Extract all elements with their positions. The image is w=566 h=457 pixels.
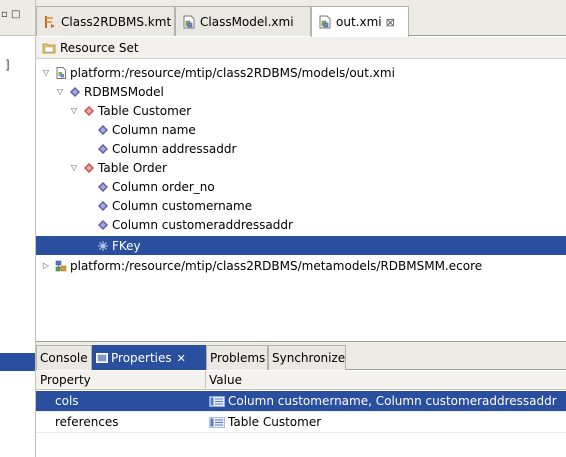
property-row-references[interactable]: references Table Customer [36,412,566,433]
list-value-icon [209,395,225,407]
close-tab-icon[interactable]: ✕ [177,352,186,365]
view-controls-icon[interactable]: ▫ □ [1,9,20,20]
tree-item-label: platform:/resource/mtip/class2RDBMS/mode… [70,65,395,80]
bottom-tab-bar: Console Properties ✕ Problems Synchroniz… [36,342,566,370]
tab-synchronize[interactable]: Synchronize [268,345,346,370]
tab-out-xmi[interactable]: out.xmi ⊠ [311,6,409,37]
list-value-icon [209,416,225,428]
tree-item-label: Column customername [112,198,253,213]
property-value: Table Customer [209,415,321,429]
tab-class2rdbms-kmt[interactable]: Class2RDBMS.kmt [36,6,175,36]
tab-properties[interactable]: Properties ✕ [92,345,206,370]
property-name: cols [55,394,79,408]
tree-item-label: platform:/resource/mtip/class2RDBMS/meta… [70,258,483,273]
tree-item-column-customeraddressaddr[interactable]: Column customeraddressaddr [36,215,566,234]
column-header-value[interactable]: Value [209,373,242,387]
xmi-file-icon [56,66,66,79]
tab-label: Synchronize [272,351,346,365]
tree-item-label: Column addressaddr [112,141,237,156]
close-tab-icon[interactable]: ⊠ [386,16,395,29]
expand-toggle-icon[interactable]: ▷ [41,261,51,271]
resource-set-header[interactable]: Resource Set [36,37,566,59]
tab-label: Problems [210,351,266,365]
properties-icon [96,353,108,363]
column-header-property[interactable]: Property [40,373,91,387]
left-view-header: ▫ □ [0,0,35,36]
tree-item-out-xmi[interactable]: ▽ platform:/resource/mtip/class2RDBMS/mo… [36,63,566,82]
tree-item-rdbmsmodel[interactable]: ▽ RDBMSModel [36,82,566,101]
tree-item-table-customer[interactable]: ▽ Table Customer [36,101,566,120]
column-element-icon [98,219,108,230]
tree-item-label: FKey [112,238,141,253]
tree-item-label: Column name [112,122,196,137]
tree-item-label: Column order_no [112,179,215,194]
expand-toggle-icon[interactable]: ▽ [69,106,79,116]
table-element-icon [84,162,94,173]
left-view-selected-row[interactable] [0,353,35,371]
tab-label: Properties [111,351,172,365]
left-view-bracket: ] [5,58,10,72]
tree-item-column-order-no[interactable]: Column order_no [36,177,566,196]
column-element-icon [98,124,108,135]
left-view-strip: ▫ □ ] [0,0,36,457]
property-row-cols[interactable]: cols Column customername, Column custome… [36,391,566,412]
tree-item-column-customername[interactable]: Column customername [36,196,566,215]
tab-problems[interactable]: Problems [206,345,268,370]
property-value-text: Table Customer [228,415,322,429]
column-element-icon [98,181,108,192]
xmi-file-icon [183,15,195,28]
ecore-metamodel-icon [55,260,67,271]
property-value: Column customername, Column customeraddr… [209,394,557,408]
properties-table-header: Property Value [36,371,566,390]
tab-label: Console [40,351,88,365]
tab-label: Class2RDBMS.kmt [61,14,172,29]
property-name: references [55,415,119,429]
tree-item-label: RDBMSModel [84,84,164,99]
tree-item-table-order[interactable]: ▽ Table Order [36,158,566,177]
tree-item-label: Table Order [98,160,167,175]
editor-tab-bar: Class2RDBMS.kmt ClassModel.xmi out.xmi ⊠ [36,0,566,37]
model-element-icon [70,86,80,97]
tree-item-rdbmsmm-ecore[interactable]: ▷ platform:/resource/mtip/class2RDBMS/me… [36,256,566,275]
transform-file-icon [45,15,55,28]
resource-set-icon [42,43,56,53]
tree-item-column-name[interactable]: Column name [36,120,566,139]
tree-item-fkey[interactable]: FKey [36,236,566,255]
column-divider[interactable] [205,371,206,390]
tab-label: ClassModel.xmi [200,14,294,29]
editor-area: Class2RDBMS.kmt ClassModel.xmi out.xmi ⊠ [36,0,566,340]
tab-label: out.xmi [336,15,382,29]
tree-item-column-addressaddr[interactable]: Column addressaddr [36,139,566,158]
tree-item-label: Column customeraddressaddr [112,217,293,232]
fkey-element-icon [98,240,108,251]
column-element-icon [98,143,108,154]
tree-item-label: Table Customer [98,103,192,118]
expand-toggle-icon[interactable]: ▽ [55,87,65,97]
expand-toggle-icon[interactable]: ▽ [41,68,51,78]
tab-classmodel-xmi[interactable]: ClassModel.xmi [175,6,311,36]
expand-toggle-icon[interactable]: ▽ [69,163,79,173]
tab-console[interactable]: Console [36,345,92,370]
column-element-icon [98,200,108,211]
properties-panel: Console Properties ✕ Problems Synchroniz… [36,341,566,457]
resource-set-label: Resource Set [60,40,139,55]
table-element-icon [84,105,94,116]
property-value-text: Column customername, Column customeraddr… [228,394,557,408]
xmi-file-icon [319,15,331,29]
